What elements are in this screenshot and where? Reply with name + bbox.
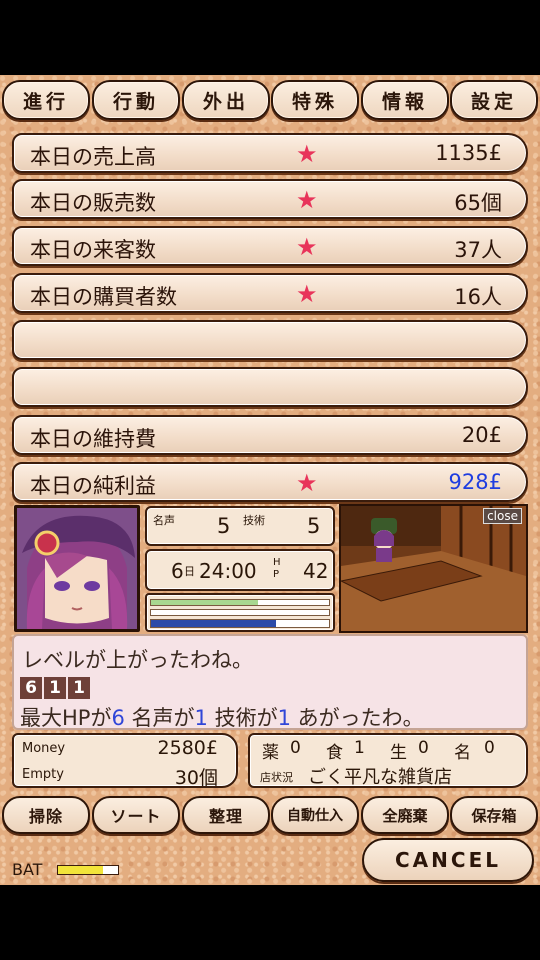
row-value: 16人 xyxy=(454,285,502,309)
msg-number: 6 xyxy=(111,706,125,730)
fame-value: 5 xyxy=(217,514,231,538)
report-row-visitors: 本日の来客数 ★ 37人 xyxy=(12,226,528,266)
msg-text: 最大HPが xyxy=(20,706,112,730)
nav-outing-button[interactable]: 外出 xyxy=(182,80,270,120)
stock-panel: 薬 0 食 1 生 0 名 0 店状況 ごく平凡な雑貨店 xyxy=(248,733,528,788)
shop-scene: close xyxy=(339,504,528,633)
msg-text: あがったわ。 xyxy=(290,706,424,730)
food-label: 食 xyxy=(326,743,343,763)
daily-goods-value: 0 xyxy=(418,738,429,758)
row-label: 本日の購買者数 xyxy=(30,285,177,309)
row-label: 本日の販売数 xyxy=(30,191,156,215)
row-label: 本日の来客数 xyxy=(30,238,156,262)
row-value: 65個 xyxy=(454,191,502,215)
report-row-items-sold: 本日の販売数 ★ 65個 xyxy=(12,179,528,219)
fame-label: 名声 xyxy=(153,514,175,527)
msg-text: 名声が xyxy=(124,706,195,730)
star-icon: ★ xyxy=(296,469,318,497)
report-row-sales: 本日の売上高 ★ 1135£ xyxy=(12,133,528,173)
bars-box: 42/60 xyxy=(145,593,335,632)
nav-progress-button[interactable]: 進行 xyxy=(2,80,90,120)
money-label: Money xyxy=(22,741,66,756)
report-row-net-profit: 本日の純利益 ★ 928£ xyxy=(12,462,528,502)
sub-bar xyxy=(150,609,330,616)
discard-all-button[interactable]: 全廃棄 xyxy=(361,796,449,834)
nav-settings-button[interactable]: 設定 xyxy=(450,80,538,120)
chip: 1 xyxy=(68,677,90,699)
star-icon: ★ xyxy=(296,280,318,308)
food-value: 1 xyxy=(354,738,365,758)
day-value: 6 xyxy=(171,559,184,583)
clean-button[interactable]: 掃除 xyxy=(2,796,90,834)
shop-status-value: ごく平凡な雑貨店 xyxy=(308,767,452,788)
msg-text: 技術が xyxy=(207,706,278,730)
hp-bar-text: 42/60 xyxy=(306,619,327,627)
nav-info-button[interactable]: 情報 xyxy=(361,80,449,120)
chip: 1 xyxy=(44,677,66,699)
sort-button[interactable]: ソート xyxy=(92,796,180,834)
message-line1: レベルが上がったわね。 xyxy=(22,648,253,672)
cancel-button[interactable]: CANCEL xyxy=(362,838,534,882)
medicine-label: 薬 xyxy=(262,743,279,763)
star-icon: ★ xyxy=(296,186,318,214)
hp-value: 42 xyxy=(303,559,329,583)
hp-label: HP xyxy=(273,557,281,580)
star-icon: ★ xyxy=(296,233,318,261)
level-chips: 6 1 1 xyxy=(20,677,90,699)
day-unit: 日 xyxy=(184,565,195,578)
report-row-empty xyxy=(12,320,528,360)
star-icon: ★ xyxy=(296,140,318,168)
portrait-image xyxy=(17,508,137,629)
skill-value: 5 xyxy=(307,514,321,538)
message-box: レベルが上がったわね。 6 1 1 最大HPが6 名声が1 技術が1 あがったわ… xyxy=(12,634,528,730)
battery-label: BAT xyxy=(12,860,43,879)
message-line3: 最大HPが6 名声が1 技術が1 あがったわ。 xyxy=(20,702,424,732)
row-value: 37人 xyxy=(454,238,502,262)
exp-bar xyxy=(150,599,330,606)
row-label: 本日の維持費 xyxy=(30,427,156,451)
chip: 6 xyxy=(20,677,42,699)
famous-goods-label: 名 xyxy=(454,743,471,763)
empty-label: Empty xyxy=(22,767,64,782)
report-row-buyers: 本日の購買者数 ★ 16人 xyxy=(12,273,528,313)
hp-bar: 42/60 xyxy=(150,619,330,628)
money-panel: Money 2580£ Empty 30個 xyxy=(12,733,238,789)
battery-gauge xyxy=(57,865,119,875)
msg-number: 1 xyxy=(277,706,291,730)
nav-special-button[interactable]: 特殊 xyxy=(271,80,359,120)
famous-goods-value: 0 xyxy=(484,738,495,758)
empty-value: 30個 xyxy=(174,767,218,789)
nav-action-button[interactable]: 行動 xyxy=(92,80,180,120)
row-label: 本日の売上高 xyxy=(30,145,156,169)
msg-number: 1 xyxy=(194,706,208,730)
row-value: 1135£ xyxy=(435,141,502,165)
skill-label: 技術 xyxy=(243,514,265,527)
auto-restock-button[interactable]: 自動仕入 xyxy=(271,796,359,834)
time-hp-box: 6 日 24:00 HP 42 xyxy=(145,549,335,591)
row-value: 928£ xyxy=(448,470,502,494)
money-value: 2580£ xyxy=(157,737,218,759)
shop-status-label: 店状況 xyxy=(260,771,293,784)
storage-box-button[interactable]: 保存箱 xyxy=(450,796,538,834)
close-button[interactable]: close xyxy=(483,508,522,524)
daily-goods-label: 生 xyxy=(390,743,407,763)
fame-skill-box: 名声 5 技術 5 xyxy=(145,506,335,546)
report-row-empty xyxy=(12,367,528,407)
character-portrait xyxy=(14,505,140,632)
organize-button[interactable]: 整理 xyxy=(182,796,270,834)
shop-scene-image xyxy=(341,506,526,631)
report-row-upkeep: 本日の維持費 20£ xyxy=(12,415,528,455)
time-value: 24:00 xyxy=(199,559,257,583)
row-label: 本日の純利益 xyxy=(30,474,156,498)
medicine-value: 0 xyxy=(290,738,301,758)
row-value: 20£ xyxy=(461,423,502,447)
